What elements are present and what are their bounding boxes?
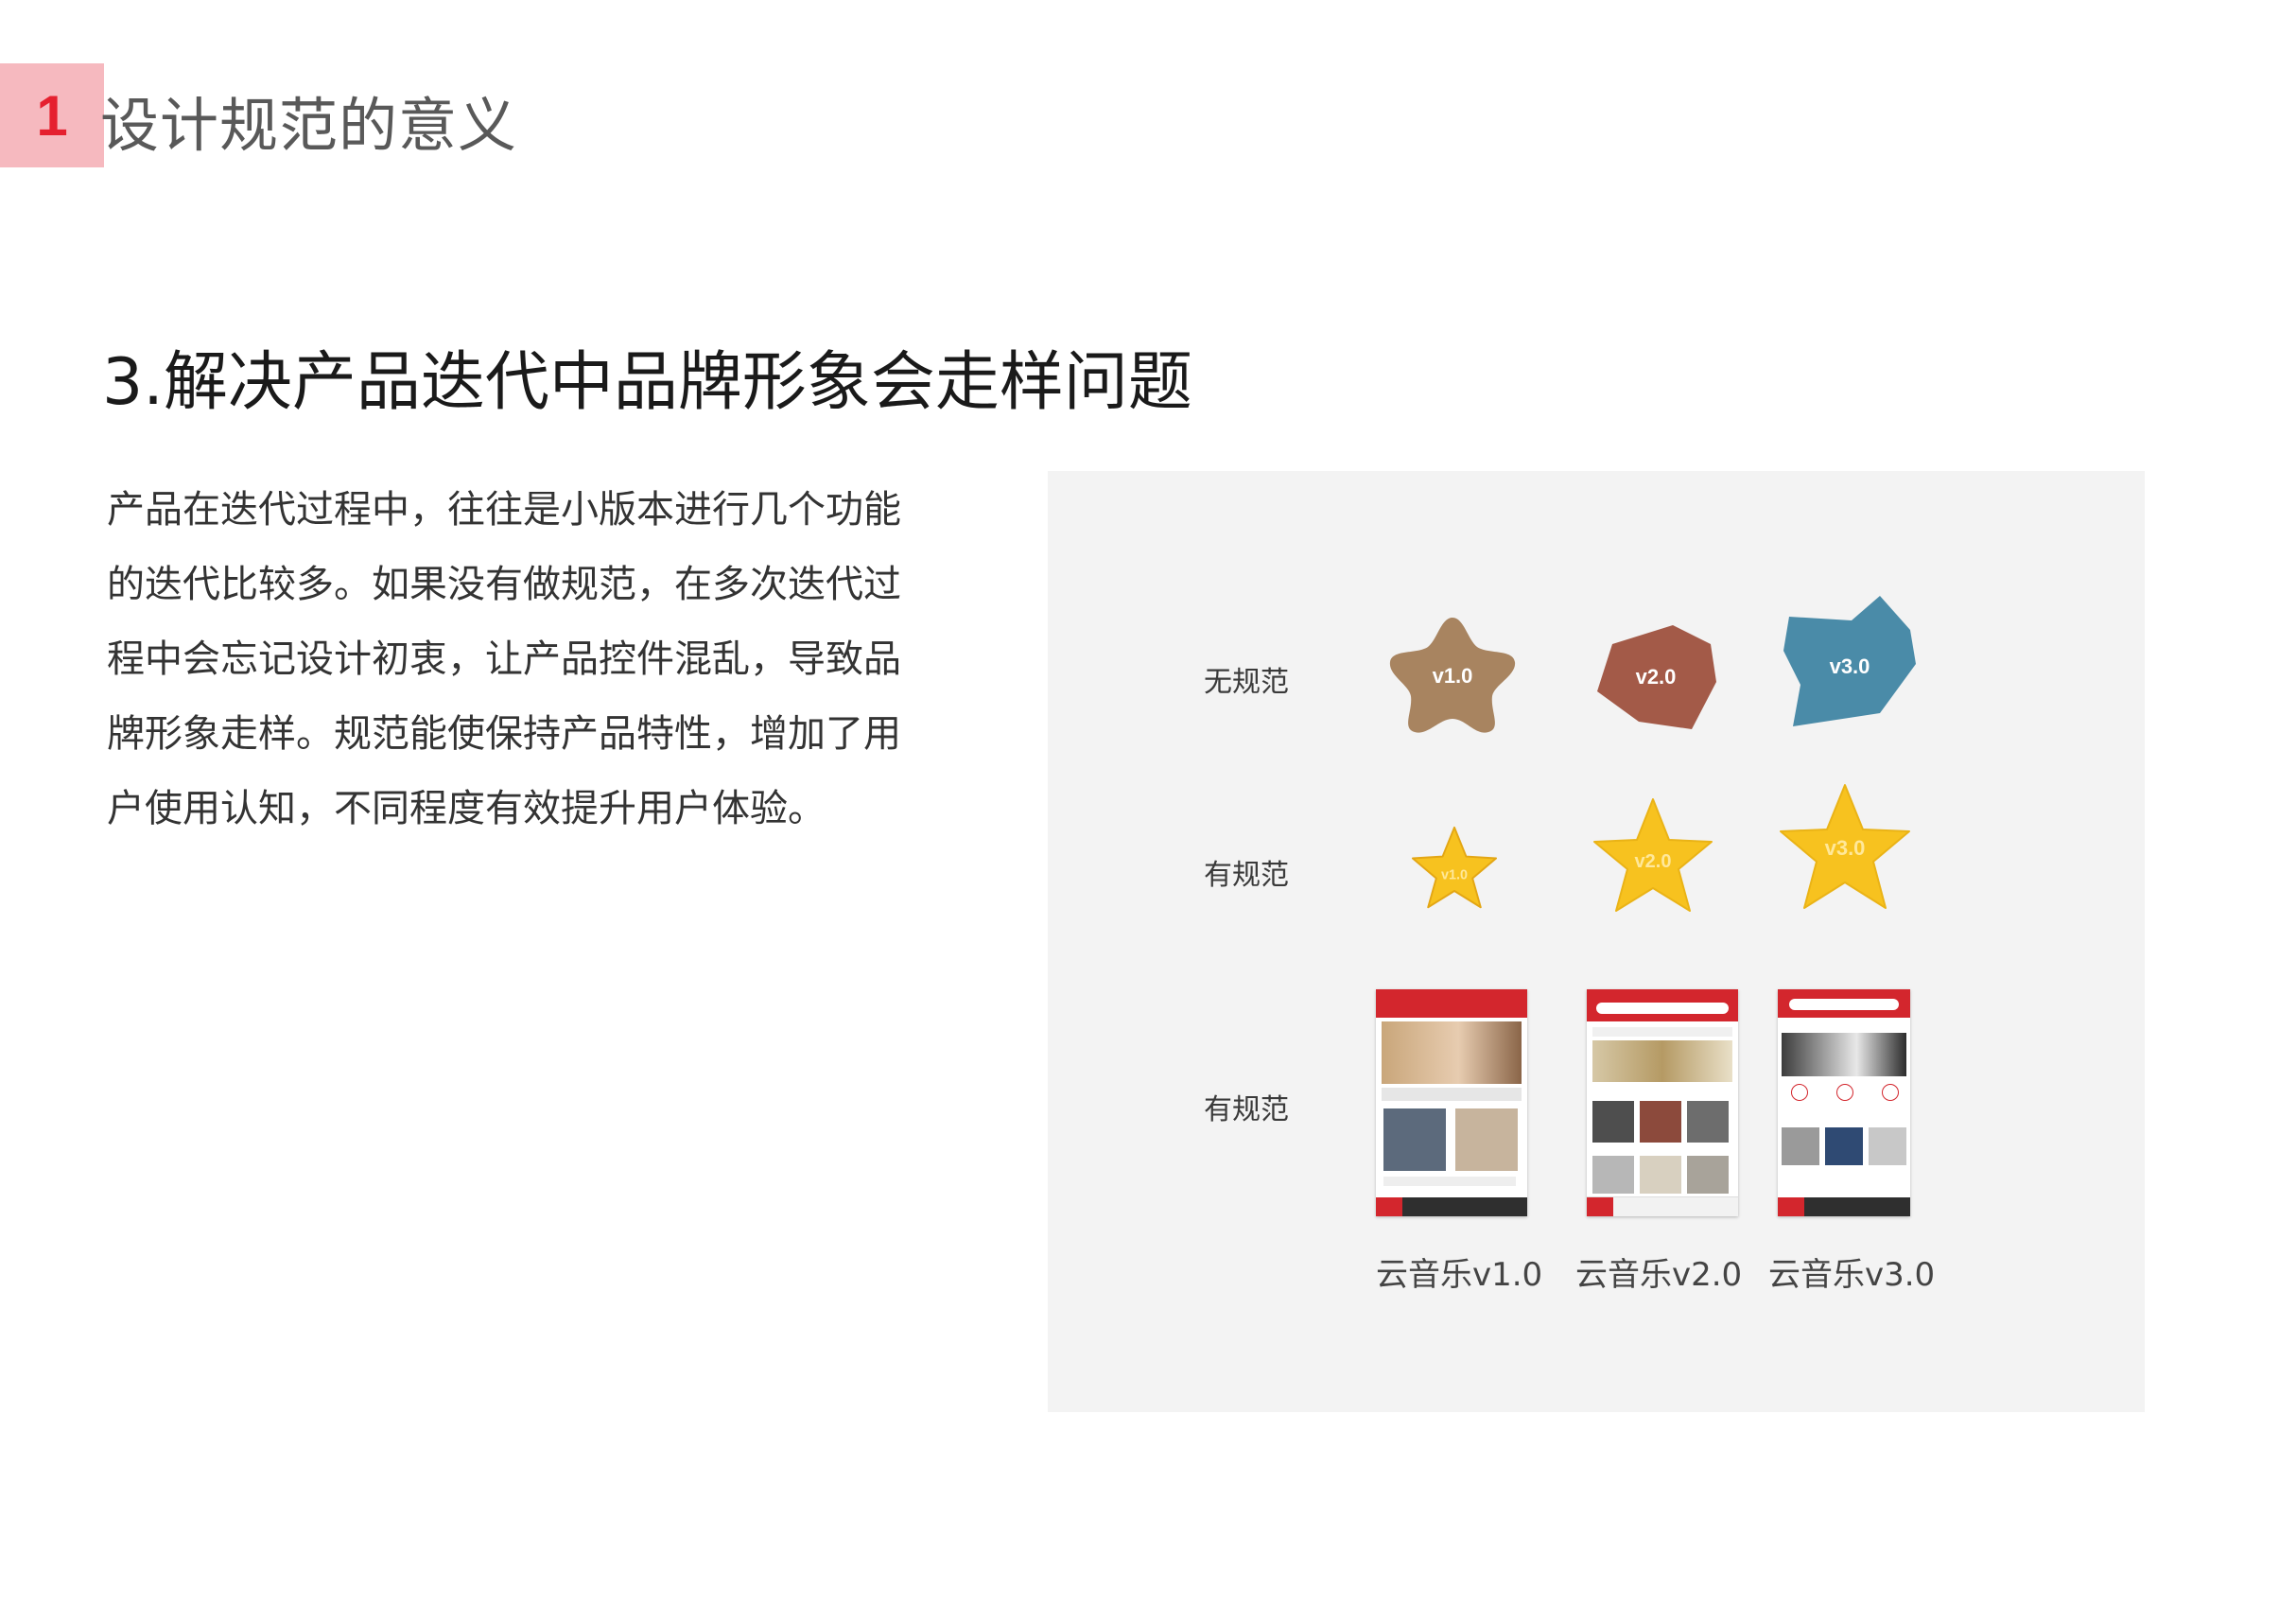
row-label-app-screens: 有规范 [1204,1093,1289,1126]
app-screenshot-v1 [1376,989,1527,1216]
body-paragraph: 产品在迭代过程中，往往是小版本进行几个功能 的迭代比较多。如果没有做规范，在多次… [107,473,930,846]
app-tab-bar [1778,1197,1910,1216]
album-thumb [1592,1156,1634,1194]
banner-image [1382,1021,1522,1084]
album-thumb [1455,1108,1518,1171]
banner-image [1782,1033,1906,1076]
star-label-v1: v1.0 [1441,868,1468,883]
search-box [1789,999,1899,1010]
album-thumb [1782,1127,1819,1165]
body-line: 户使用认知，不同程度有效提升用户体验。 [107,787,826,830]
search-box [1596,1003,1729,1014]
app-screenshot-v3 [1778,989,1910,1216]
app-tab-bar [1587,1196,1738,1216]
album-thumb [1383,1108,1446,1171]
blob-label-v1: v1.0 [1433,664,1473,688]
row-label-no-standard: 无规范 [1204,666,1289,699]
section-number-badge: 1 [0,63,104,167]
app-label-v2: 云音乐v2.0 [1575,1256,1743,1294]
blob-label-v2: v2.0 [1636,665,1677,689]
app-label-v3: 云音乐v3.0 [1768,1256,1936,1294]
body-line: 牌形象走样。规范能使保持产品特性，增加了用 [107,712,901,756]
round-icon [1882,1084,1899,1101]
body-line: 程中会忘记设计初衷，让产品控件混乱，导致品 [107,637,901,681]
album-thumb [1687,1156,1729,1194]
app-screenshot-v2 [1587,989,1738,1216]
app-header-bar [1376,989,1527,1018]
tab-strip [1592,1027,1732,1037]
round-icon [1791,1084,1808,1101]
blob-shape-v3: v3.0 [1778,594,1929,736]
caption-row [1383,1177,1516,1186]
app-tab-bar [1376,1197,1527,1216]
app-label-v1: 云音乐v1.0 [1376,1256,1543,1294]
album-thumb [1687,1101,1729,1143]
section-number: 1 [36,83,68,148]
banner-image [1592,1040,1732,1082]
album-thumb [1592,1101,1634,1143]
album-thumb [1825,1127,1863,1165]
album-thumb [1640,1101,1681,1143]
body-line: 产品在迭代过程中，往往是小版本进行几个功能 [107,488,901,532]
section-title: 设计规范的意义 [100,91,518,160]
star-shape-v1: v1.0 [1409,826,1500,913]
blob-shape-v2: v2.0 [1592,616,1724,739]
body-line: 的迭代比较多。如果没有做规范，在多次迭代过 [107,563,901,606]
round-icon [1836,1084,1853,1101]
album-thumb [1640,1156,1681,1194]
star-shape-v2: v2.0 [1589,797,1717,920]
star-label-v3: v3.0 [1825,836,1866,860]
blob-label-v3: v3.0 [1830,654,1870,678]
tab-strip [1382,1088,1522,1101]
blob-shape-v1: v1.0 [1386,613,1519,736]
star-label-v2: v2.0 [1635,851,1672,872]
row-label-with-standard: 有规范 [1204,859,1289,892]
star-shape-v3: v3.0 [1776,783,1914,916]
page-heading: 3.解决产品迭代中品牌形象会走样问题 [102,345,1192,420]
album-thumb [1869,1127,1906,1165]
comparison-figure: 无规范 v1.0 v2.0 v3.0 有规范 v1.0 v2.0 v3.0 有规… [1048,471,2145,1412]
